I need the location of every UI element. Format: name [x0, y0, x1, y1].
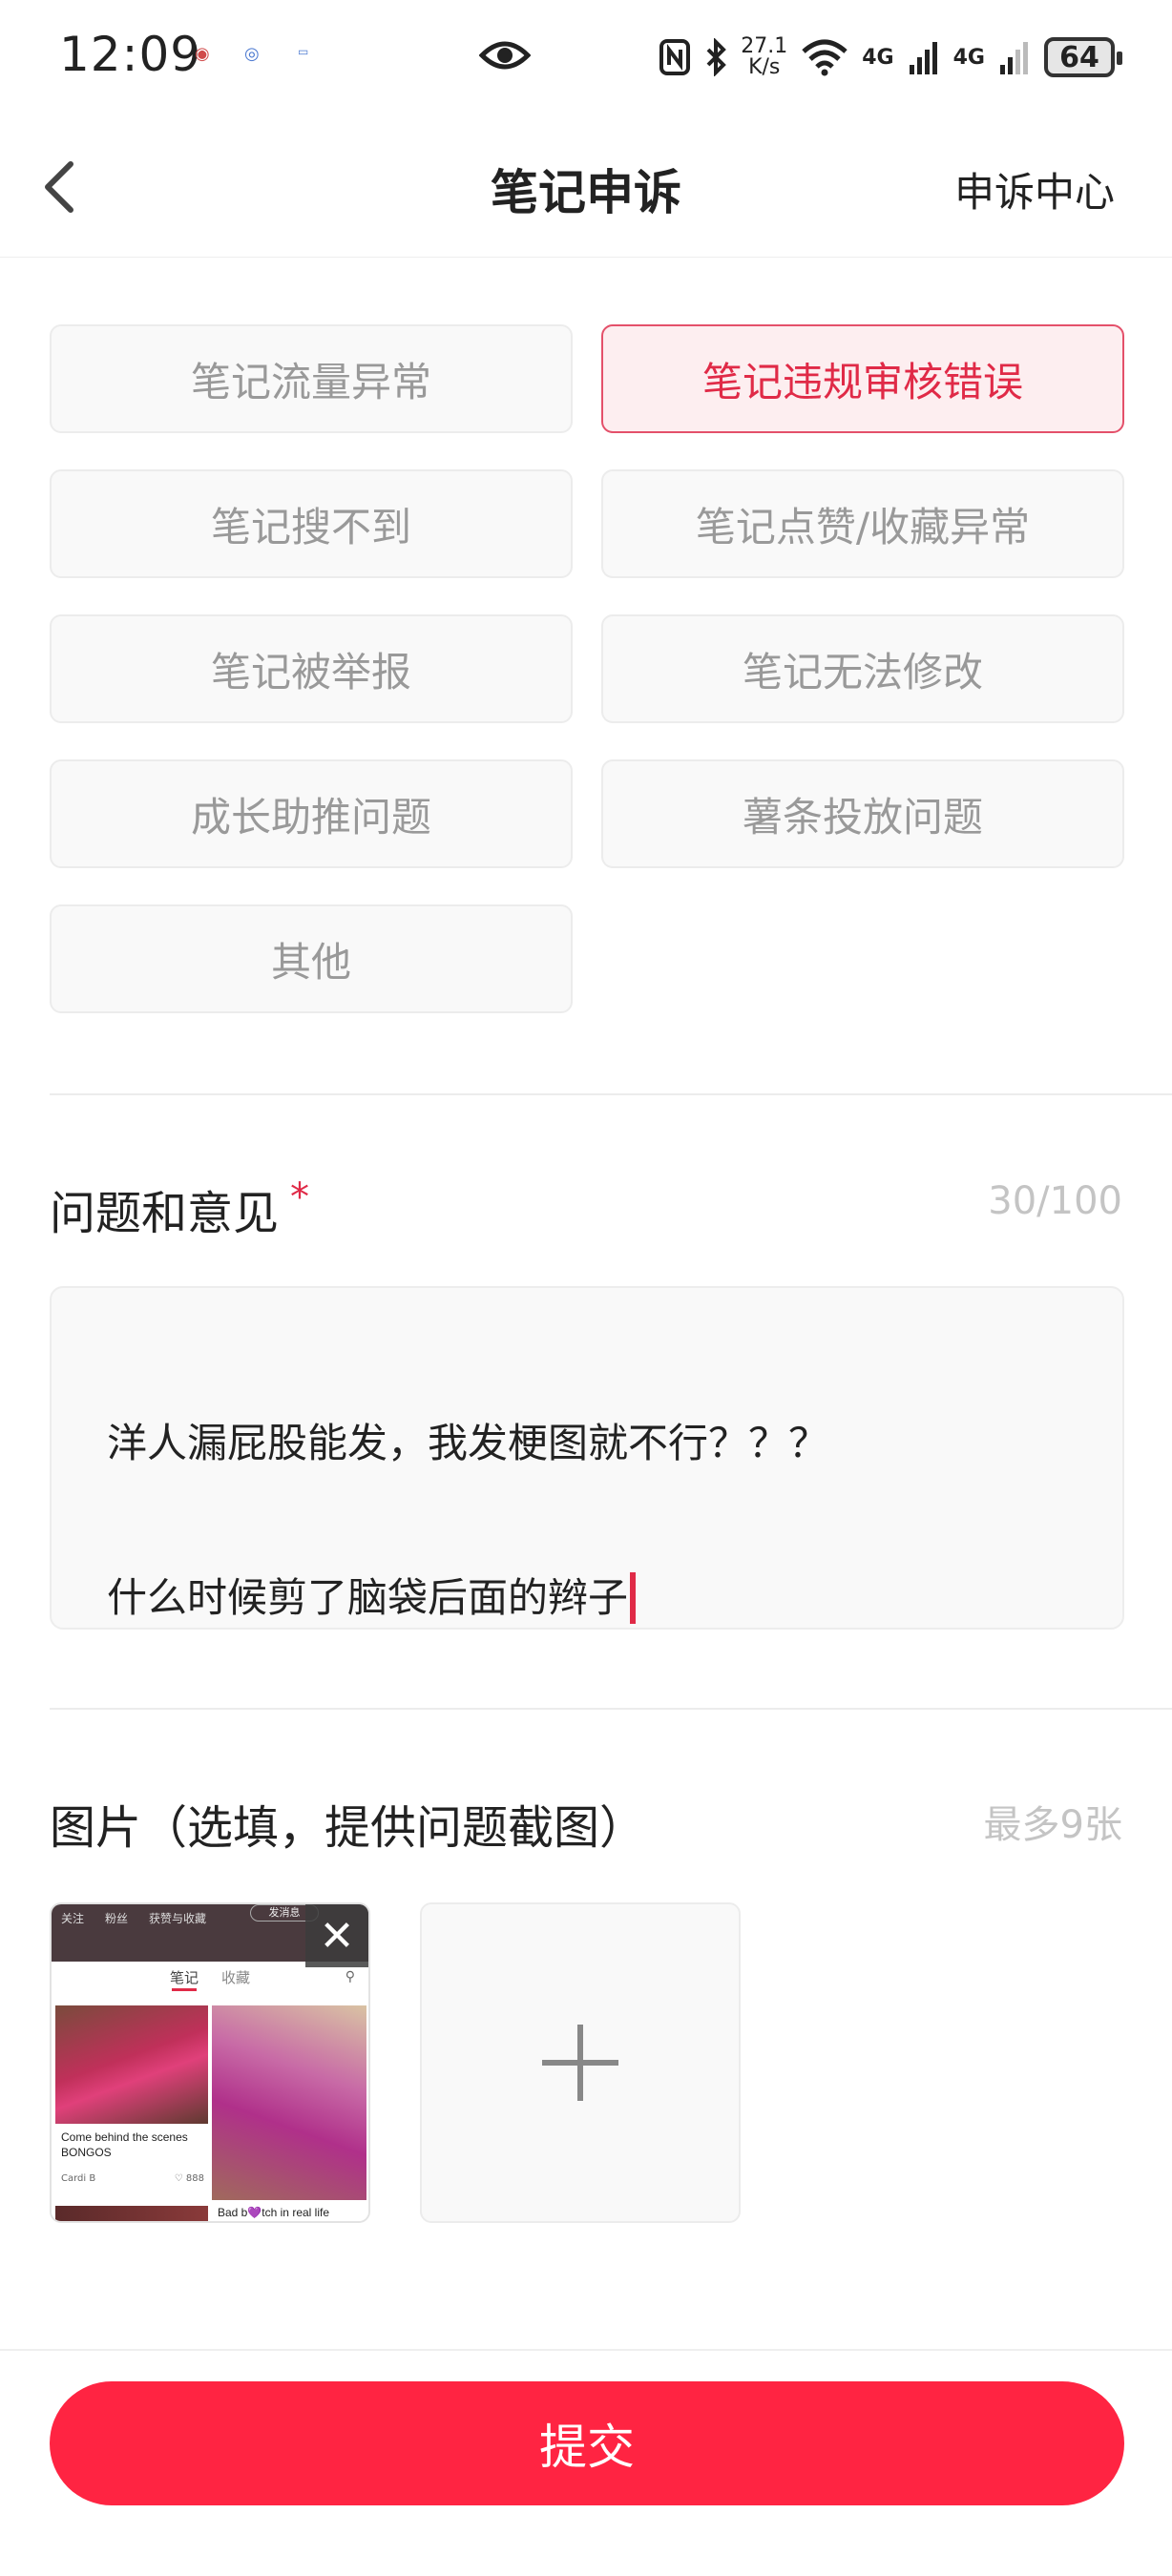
feedback-line-1: 洋人漏屁股能发，我发梗图就不行？？？ [107, 1420, 829, 1466]
category-chip[interactable]: 笔记无法修改 [601, 614, 1124, 723]
thumb-caption: Come behind the scenes BONGOS [61, 2130, 188, 2159]
uploaded-image-thumbnail[interactable]: 关注 粉丝 获赞与收藏 发消息 笔记 收藏 ⚲ Come behind the s… [50, 1902, 370, 2223]
search-icon: ⚲ [345, 1969, 355, 1984]
thumb-photo [212, 2005, 366, 2200]
char-counter: 30/100 [988, 1179, 1122, 1223]
category-chip[interactable]: 笔记流量异常 [50, 324, 573, 433]
feedback-textarea[interactable]: 洋人漏屁股能发，我发梗图就不行？？？ 什么时候剪了脑袋后面的辫子 [50, 1286, 1124, 1630]
feedback-line-2-text: 什么时候剪了脑袋后面的辫子 [107, 1574, 629, 1621]
category-chip[interactable]: 其他 [50, 904, 573, 1013]
section-divider [50, 1093, 1172, 1095]
bluetooth-icon [706, 38, 727, 76]
section-divider [50, 1708, 1172, 1710]
thumb-stats: 关注 粉丝 获赞与收藏 [61, 1910, 206, 1926]
appeal-center-link[interactable]: 申诉中心 [954, 160, 1115, 218]
thumb-tab-underline [172, 1988, 197, 1991]
thumb-likes-count: 888 [185, 2173, 204, 2184]
battery-indicator: 64 [1044, 37, 1122, 77]
status-bar: 12:09 ◉ ◎ ▭ 27.1 K/s 4G 4G 64 [0, 0, 1172, 114]
plus-icon [542, 2025, 618, 2101]
add-image-button[interactable] [420, 1902, 741, 2223]
status-right: 27.1 K/s 4G 4G 64 [659, 29, 1122, 86]
feedback-title-text: 问题和意见 [50, 1187, 280, 1240]
net-speed-unit: K/s [748, 55, 781, 79]
thumb-tabs: 笔记 收藏 [52, 1967, 368, 1987]
category-chip[interactable]: 薯条投放问题 [601, 759, 1124, 868]
bottom-divider [0, 2349, 1172, 2351]
required-mark: * [290, 1175, 310, 1219]
text-caret [630, 1572, 637, 1624]
feedback-title: 问题和意见 * [50, 1175, 309, 1242]
category-chip[interactable]: 笔记搜不到 [50, 469, 573, 578]
category-chip[interactable]: 笔记违规审核错误 [601, 324, 1124, 433]
thumb-photo [55, 2005, 208, 2124]
thumb-stat: 粉丝 [105, 1912, 129, 1925]
thumb-author: Cardi B [61, 2173, 96, 2184]
images-title: 图片（选填，提供问题截图） [50, 1801, 646, 1855]
feedback-line-2: 什么时候剪了脑袋后面的辫子 [107, 1572, 1067, 1624]
thumb-likes: ♡ 888 [174, 2173, 204, 2184]
net-speed: 27.1 K/s [741, 36, 787, 78]
car-icon: ▭ [298, 45, 309, 58]
thumb-photo [55, 2206, 208, 2221]
close-icon[interactable]: ✕ [305, 1904, 368, 1967]
thumb-caption: Bad b💜tch in real life [218, 2206, 329, 2219]
thumb-tab: 收藏 [221, 1969, 251, 1986]
eye-icon [479, 41, 531, 70]
category-chip[interactable]: 笔记点赞/收藏异常 [601, 469, 1124, 578]
status-time: 12:09 [59, 27, 202, 82]
nfc-icon [659, 39, 691, 75]
weibo-icon: ◉ [195, 44, 210, 64]
signal-bars-icon [909, 42, 937, 74]
image-limit-note: 最多9张 [983, 1803, 1122, 1847]
wifi-icon [802, 39, 848, 76]
signal-bars-icon [1000, 42, 1028, 74]
category-chip[interactable]: 成长助推问题 [50, 759, 573, 868]
app-icon: ◎ [244, 44, 260, 64]
thumb-panel: 笔记 收藏 ⚲ Come behind the scenes BONGOS Car… [52, 1962, 368, 2221]
thumb-meta: Cardi B ♡ 888 [61, 2173, 204, 2184]
net-speed-value: 27.1 [741, 34, 788, 58]
thumb-tab: 笔记 [169, 1969, 199, 1986]
thumb-stat: 关注 [61, 1912, 85, 1925]
nav-bar: 笔记申诉 申诉中心 [0, 114, 1172, 258]
thumb-stat: 获赞与收藏 [149, 1912, 207, 1925]
category-chip[interactable]: 笔记被举报 [50, 614, 573, 723]
signal-label-2: 4G [952, 45, 985, 70]
signal-label-1: 4G [862, 45, 894, 70]
submit-button[interactable]: 提交 [50, 2381, 1124, 2505]
